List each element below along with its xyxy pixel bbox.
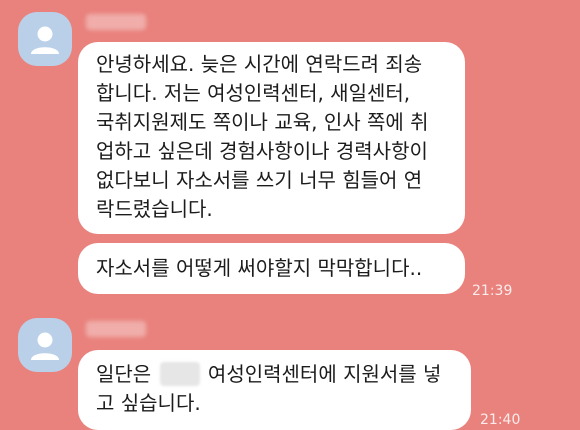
message-bubble[interactable]: 자소서를 어떻게 써야할지 막막합니다.. bbox=[78, 243, 465, 294]
message-line: 국취지원제도 쪽이나 교육, 인사 쪽에 취 bbox=[96, 110, 429, 134]
message-line: 일단은 여성인력센터에 지원서를 넣 bbox=[96, 360, 459, 389]
message-bubble[interactable]: 일단은 여성인력센터에 지원서를 넣 고 싶습니다. bbox=[78, 350, 471, 430]
message-timestamp: 21:39 bbox=[472, 283, 513, 299]
message-line: 없다보니 자소서를 쓰기 너무 힘들어 연 bbox=[96, 168, 423, 192]
message-line: 고 싶습니다. bbox=[96, 391, 201, 415]
message-text-start: 일단은 bbox=[96, 362, 152, 386]
sender-name-redacted bbox=[86, 14, 146, 30]
message-text: 자소서를 어떻게 써야할지 막막합니다.. bbox=[96, 256, 423, 280]
person-icon bbox=[31, 332, 59, 360]
redacted-text bbox=[159, 362, 200, 386]
message-line: 안녕하세요. 늦은 시간에 연락드려 죄송 bbox=[96, 52, 423, 76]
person-icon bbox=[31, 26, 59, 54]
message-timestamp: 21:40 bbox=[480, 412, 521, 428]
message-text-end: 여성인력센터에 지원서를 넣 bbox=[207, 362, 442, 386]
message-line: 합니다. 저는 여성인력센터, 새일센터, bbox=[96, 81, 411, 105]
message-line: 락드렸습니다. bbox=[96, 197, 213, 221]
sender-avatar[interactable] bbox=[18, 12, 72, 66]
message-bubble[interactable]: 안녕하세요. 늦은 시간에 연락드려 죄송 합니다. 저는 여성인력센터, 새일… bbox=[78, 42, 465, 234]
sender-avatar[interactable] bbox=[18, 318, 72, 372]
sender-name-redacted bbox=[86, 321, 146, 337]
message-line: 업하고 싶은데 경험사항이나 경력사항이 bbox=[96, 139, 428, 163]
